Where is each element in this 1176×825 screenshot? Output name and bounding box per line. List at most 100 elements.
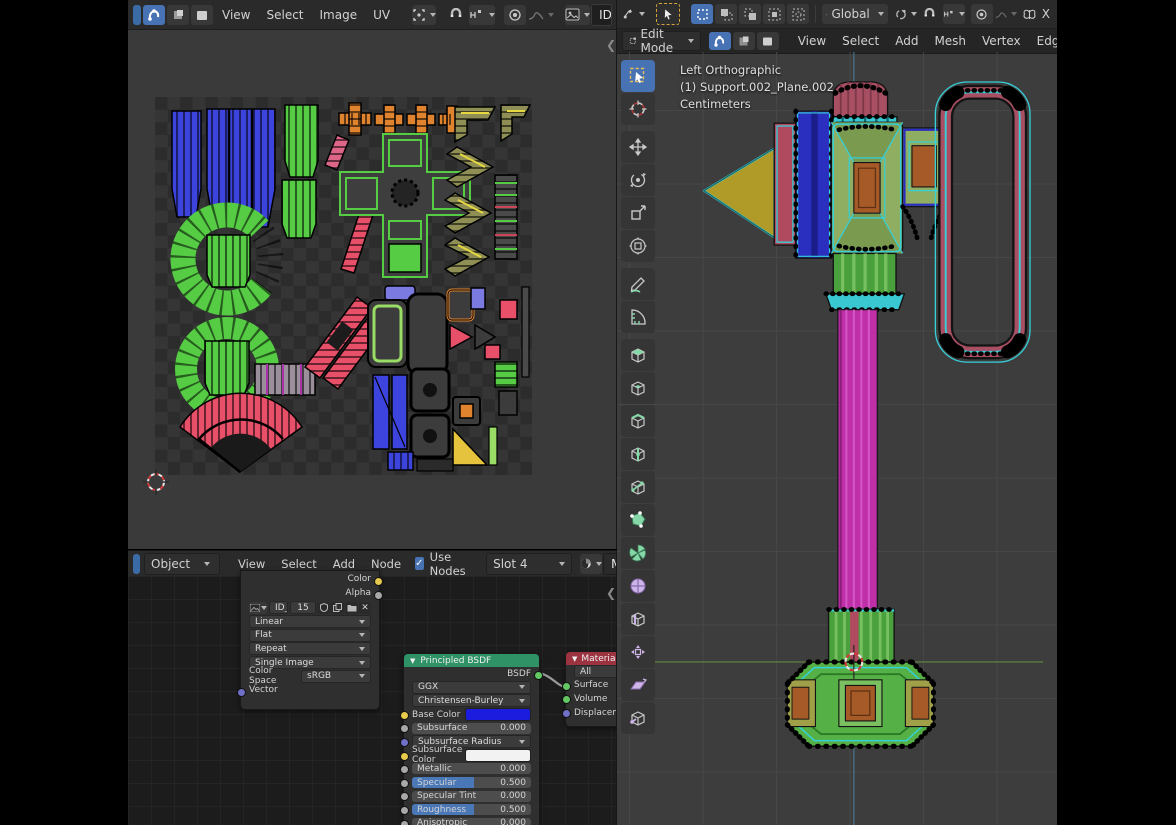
color-space-row[interactable]: Color Space sRGB <box>241 669 379 683</box>
snap-target-icon[interactable] <box>469 5 495 25</box>
image-browse-icon[interactable] <box>565 5 590 25</box>
snap-toggle-icon[interactable] <box>895 4 917 24</box>
principled-bsdf-node[interactable]: ▼Principled BSDF BSDF GGX Christensen-Bu… <box>403 653 540 825</box>
tool-rip-region[interactable] <box>621 702 655 734</box>
subsurface-row[interactable]: Subsurface0.000 <box>404 721 539 735</box>
snap-magnet-icon[interactable] <box>919 4 941 24</box>
select-mode-set-icon[interactable] <box>691 4 713 24</box>
node-canvas[interactable]: Color Alpha ID_Map_Mar.. 15 <box>128 576 616 825</box>
tool-loop-cut[interactable] <box>621 438 655 470</box>
uv-menu-uv[interactable]: UV <box>365 8 398 22</box>
metallic-row[interactable]: Metallic0.000 <box>404 762 539 776</box>
socket-surface-input[interactable] <box>562 682 571 691</box>
tool-shear[interactable] <box>621 669 655 701</box>
socket-anisotropic[interactable] <box>400 820 409 825</box>
proportional-falloff-icon[interactable] <box>528 5 554 25</box>
mirror-x-label[interactable]: X <box>1042 7 1052 21</box>
node-menu-view[interactable]: View <box>230 557 273 571</box>
image-users-count[interactable]: 15 <box>290 601 316 614</box>
interpolation-select[interactable]: Linear <box>241 615 379 629</box>
image-texture-node[interactable]: Color Alpha ID_Map_Mar.. 15 <box>240 570 380 710</box>
active-tool-dropdown-icon[interactable] <box>623 4 645 24</box>
tool-extrude-region[interactable] <box>621 339 655 371</box>
image-name-field[interactable]: ID_Map_Martea <box>591 4 612 26</box>
tool-edge-slide[interactable] <box>621 603 655 635</box>
distribution-select[interactable]: GGX <box>404 681 539 695</box>
tool-move[interactable] <box>621 131 655 163</box>
socket-displacement-input[interactable] <box>562 709 571 718</box>
specular-row[interactable]: Specular0.500 <box>404 776 539 790</box>
uv-select-mode-face-icon[interactable] <box>167 5 189 25</box>
snap-target-icon[interactable] <box>943 4 965 24</box>
socket-specular-tint[interactable] <box>400 792 409 801</box>
uv-island-green-strips[interactable] <box>282 105 318 238</box>
select-mode-subtract-icon[interactable] <box>739 4 761 24</box>
specular-tint-row[interactable]: Specular Tint0.000 <box>404 789 539 803</box>
socket-subsurface-radius[interactable] <box>400 738 409 747</box>
select-mode-intersect-icon[interactable] <box>787 4 809 24</box>
uv-menu-image[interactable]: Image <box>312 8 366 22</box>
vp-menu-vertex[interactable]: Vertex <box>974 34 1029 48</box>
select-mode-extend-icon[interactable] <box>715 4 737 24</box>
proportional-falloff-icon[interactable] <box>995 4 1017 24</box>
socket-subsurface[interactable] <box>400 724 409 733</box>
symmetry-butterfly-icon[interactable] <box>1019 4 1041 24</box>
vertex-select-mode-icon[interactable] <box>709 32 731 50</box>
subsurface-method-select[interactable]: Christensen-Burley <box>404 694 539 708</box>
uv-island-orange-crosses[interactable] <box>339 103 465 135</box>
edge-select-mode-icon[interactable] <box>733 32 755 50</box>
uv-select-mode-edge-icon[interactable] <box>143 5 165 25</box>
shader-context-dropdown[interactable]: Object <box>144 553 220 575</box>
output-node-header[interactable]: ▼Material Out <box>566 652 617 665</box>
uv-menu-select[interactable]: Select <box>258 8 311 22</box>
mode-dropdown[interactable]: Edit Mode <box>622 31 701 51</box>
pivot-point-icon[interactable] <box>412 5 436 25</box>
tool-poly-build[interactable] <box>621 504 655 536</box>
vp-menu-view[interactable]: View <box>790 34 834 48</box>
tool-knife[interactable] <box>621 471 655 503</box>
active-tool-select-box[interactable] <box>656 3 680 25</box>
socket-base-color[interactable] <box>400 711 409 720</box>
hammer-body[interactable] <box>704 82 1030 746</box>
tool-annotate[interactable] <box>621 268 655 300</box>
editor-type-icon[interactable] <box>133 554 140 574</box>
tool-rotate[interactable] <box>621 164 655 196</box>
material-sphere-icon[interactable] <box>580 554 602 574</box>
tool-shrink-fatten[interactable] <box>621 636 655 668</box>
open-folder-icon[interactable] <box>345 602 358 614</box>
tool-select-box[interactable] <box>621 60 655 92</box>
socket-specular[interactable] <box>400 779 409 788</box>
socket-vector-input[interactable] <box>237 688 246 697</box>
tool-cursor[interactable] <box>621 93 655 125</box>
roughness-row[interactable]: Roughness0.500 <box>404 803 539 817</box>
region-collapse-arrow[interactable]: ❮ <box>606 38 616 52</box>
editor-type-icon[interactable] <box>133 5 141 25</box>
socket-roughness[interactable] <box>400 806 409 815</box>
socket-color-output[interactable] <box>374 577 383 586</box>
socket-volume-input[interactable] <box>562 695 571 704</box>
proportional-edit-icon[interactable] <box>971 4 993 24</box>
vp-menu-edge[interactable]: Edge <box>1029 34 1057 48</box>
viewport-canvas[interactable]: Left Orthographic (1) Support.002_Plane.… <box>617 52 1057 825</box>
transform-orientation-dropdown[interactable]: Global <box>822 4 888 24</box>
principled-node-header[interactable]: ▼Principled BSDF <box>404 654 539 667</box>
face-select-mode-icon[interactable] <box>757 32 779 50</box>
base-color-swatch[interactable] <box>465 708 531 721</box>
projection-select[interactable]: Flat <box>241 629 379 643</box>
vp-menu-mesh[interactable]: Mesh <box>926 34 974 48</box>
tool-inset-faces[interactable] <box>621 372 655 404</box>
image-name[interactable]: ID_Map_Mar.. <box>269 601 288 614</box>
tool-bevel[interactable] <box>621 405 655 437</box>
hammer-mesh[interactable] <box>617 52 1057 825</box>
use-nodes-toggle[interactable]: ✓ Use Nodes <box>415 550 470 578</box>
material-slot-dropdown[interactable]: Slot 4 <box>486 553 572 575</box>
socket-bsdf-output[interactable] <box>534 671 543 680</box>
tool-spin[interactable] <box>621 537 655 569</box>
node-menu-node[interactable]: Node <box>363 557 409 571</box>
copy-datablock-icon[interactable] <box>331 602 344 614</box>
use-nodes-checkbox[interactable]: ✓ <box>415 557 424 570</box>
tool-smooth[interactable] <box>621 570 655 602</box>
region-collapse-arrow[interactable]: ❮ <box>606 586 616 600</box>
anisotropic-row[interactable]: Anisotropic0.000 <box>404 817 539 825</box>
image-icon[interactable] <box>249 602 267 614</box>
